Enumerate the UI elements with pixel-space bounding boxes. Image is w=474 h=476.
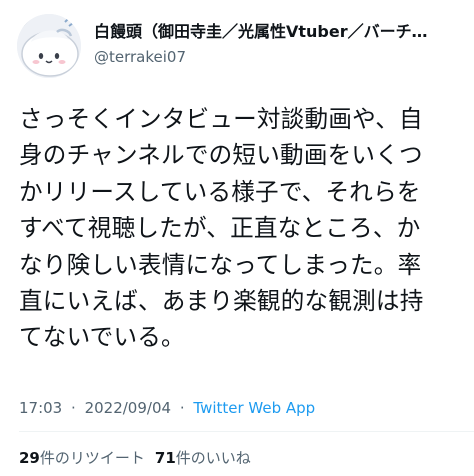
tweet-time[interactable]: 17:03 [19, 399, 62, 417]
tweet-text-line: なり険しい表情になってしまった。率 [19, 250, 422, 279]
meta-separator: · [179, 399, 185, 417]
tweet-text-line: すべて視聴したが、正直なところ、か [19, 214, 421, 243]
tweet-text-line: 身のチャンネルでの短い動画をいくつ [19, 141, 423, 170]
author-display-name[interactable]: 白饅頭（御田寺圭／光属性Vtuber／バーチャル [94, 22, 436, 42]
tweet-text-line: さっそくインタビュー対談動画や、自 [19, 105, 423, 133]
retweets-label: 件のリツイート [39, 449, 145, 467]
tweet-meta: 17:03 · 2022/09/04 · Twitter Web App [19, 398, 315, 418]
retweets-stat[interactable]: 29件のリツイート [19, 449, 145, 467]
tweet-text: さっそくインタビュー対談動画や、自 身のチャンネルでの短い動画をいくつ かリリー… [19, 101, 459, 356]
likes-label: 件のいいね [175, 449, 251, 467]
tweet-text-line: 直にいえば、あまり楽観的な観測は持 [19, 287, 424, 316]
tweet-text-line: てないでいる。 [19, 323, 185, 352]
avatar[interactable] [17, 14, 81, 78]
avatar-blob-character-icon [17, 14, 81, 78]
tweet-stats: 29件のリツイート 71件のいいね [19, 448, 251, 468]
retweets-count: 29 [19, 449, 40, 467]
author-header: 白饅頭（御田寺圭／光属性Vtuber／バーチャル @terrakei07 [94, 22, 464, 66]
likes-stat[interactable]: 71件のいいね [155, 449, 251, 467]
meta-separator: · [71, 399, 76, 417]
tweet-detail: 白饅頭（御田寺圭／光属性Vtuber／バーチャル @terrakei07 さっそ… [0, 0, 474, 476]
tweet-date[interactable]: 2022/09/04 [85, 399, 171, 417]
author-username[interactable]: @terrakei07 [94, 48, 464, 66]
likes-count: 71 [154, 449, 176, 467]
tweet-source-link[interactable]: Twitter Web App [193, 399, 315, 417]
tweet-text-line: かリリースしている様子で、それらを [19, 177, 421, 206]
divider [19, 431, 474, 432]
